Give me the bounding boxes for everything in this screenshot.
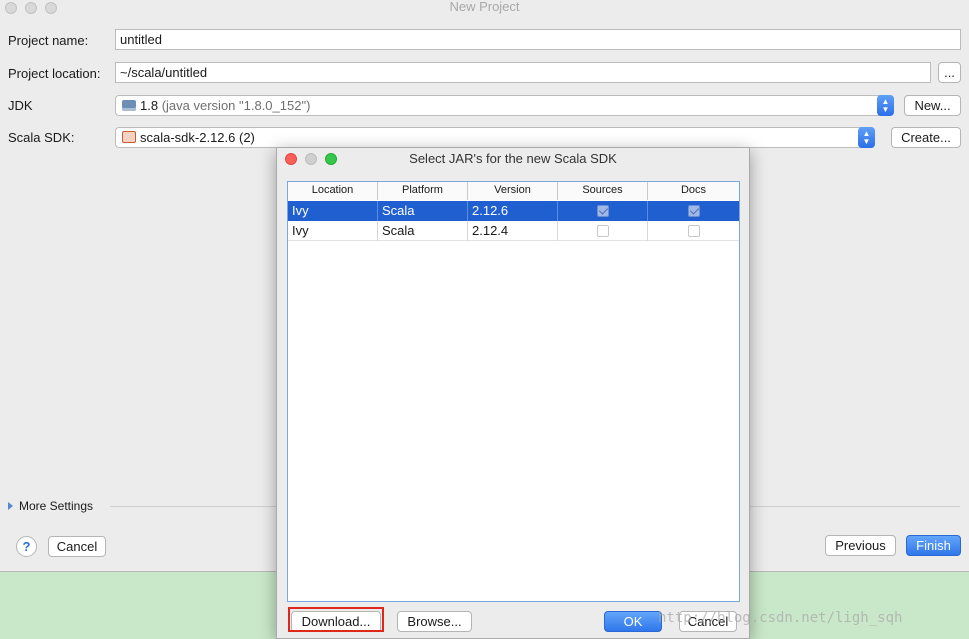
dialog-cancel-button[interactable]: Cancel [679, 611, 737, 632]
window-title: New Project [449, 0, 520, 14]
jdk-version-detail: (java version "1.8.0_152") [161, 98, 311, 113]
cancel-button[interactable]: Cancel [48, 536, 106, 557]
browse-location-button[interactable]: ... [938, 62, 961, 83]
disclosure-triangle-icon [8, 502, 13, 510]
finish-button[interactable]: Finish [906, 535, 961, 556]
scala-sdk-select[interactable]: scala-sdk-2.12.6 (2) ▲ ▼ [115, 127, 875, 148]
column-header-version[interactable]: Version [468, 182, 558, 200]
scala-sdk-label: Scala SDK: [8, 130, 75, 145]
minimize-window-button[interactable] [25, 2, 37, 14]
column-header-platform[interactable]: Platform [378, 182, 468, 200]
sources-checkbox[interactable] [596, 205, 609, 217]
scala-sdk-dropdown-arrows-icon[interactable]: ▲ ▼ [858, 127, 875, 148]
table-header: Location Platform Version Sources Docs [288, 182, 739, 200]
column-header-sources[interactable]: Sources [558, 182, 648, 200]
jdk-dropdown-arrows-icon[interactable]: ▲ ▼ [877, 95, 894, 116]
ok-button[interactable]: OK [604, 611, 662, 632]
cell-platform: Scala [378, 201, 468, 221]
project-location-label: Project location: [8, 66, 101, 81]
download-highlight-outline [288, 607, 384, 632]
docs-checkbox[interactable] [687, 225, 700, 237]
table-row[interactable]: Ivy Scala 2.12.4 [288, 221, 739, 241]
jdk-select[interactable]: 1.8 (java version "1.8.0_152") ▲ ▼ [115, 95, 894, 116]
zoom-window-button[interactable] [45, 2, 57, 14]
table-row[interactable]: Ivy Scala 2.12.6 [288, 201, 739, 221]
window-titlebar: New Project [0, 0, 969, 16]
cell-version: 2.12.6 [468, 201, 558, 221]
project-location-input[interactable]: ~/scala/untitled [115, 62, 931, 83]
browse-button[interactable]: Browse... [397, 611, 472, 632]
cell-location: Ivy [288, 221, 378, 241]
project-name-input[interactable]: untitled [115, 29, 961, 50]
cell-location: Ivy [288, 201, 378, 221]
docs-checkbox[interactable] [687, 205, 700, 217]
scala-sdk-create-button[interactable]: Create... [891, 127, 961, 148]
cell-version: 2.12.4 [468, 221, 558, 241]
jdk-folder-icon [122, 100, 136, 111]
cell-platform: Scala [378, 221, 468, 241]
more-settings-label: More Settings [19, 499, 94, 513]
jdk-select-value: 1.8 [140, 98, 159, 113]
help-button[interactable]: ? [16, 536, 37, 557]
select-jars-dialog: Select JAR's for the new Scala SDK Locat… [276, 147, 750, 639]
cell-docs [648, 221, 739, 241]
jar-table[interactable]: Location Platform Version Sources Docs I… [287, 181, 740, 602]
scala-sdk-icon [122, 131, 136, 143]
cell-sources [558, 221, 648, 241]
project-name-label: Project name: [8, 33, 89, 48]
dialog-title: Select JAR's for the new Scala SDK [409, 151, 617, 166]
previous-button[interactable]: Previous [825, 535, 896, 556]
sources-checkbox[interactable] [596, 225, 609, 237]
jdk-new-button[interactable]: New... [904, 95, 961, 116]
cell-docs [648, 201, 739, 221]
jdk-label: JDK [8, 98, 33, 113]
cell-sources [558, 201, 648, 221]
more-settings-toggle[interactable]: More Settings [8, 499, 93, 513]
column-header-location[interactable]: Location [288, 182, 378, 200]
column-header-docs[interactable]: Docs [648, 182, 739, 200]
scala-sdk-select-value: scala-sdk-2.12.6 (2) [140, 130, 255, 145]
close-window-button[interactable] [5, 2, 17, 14]
